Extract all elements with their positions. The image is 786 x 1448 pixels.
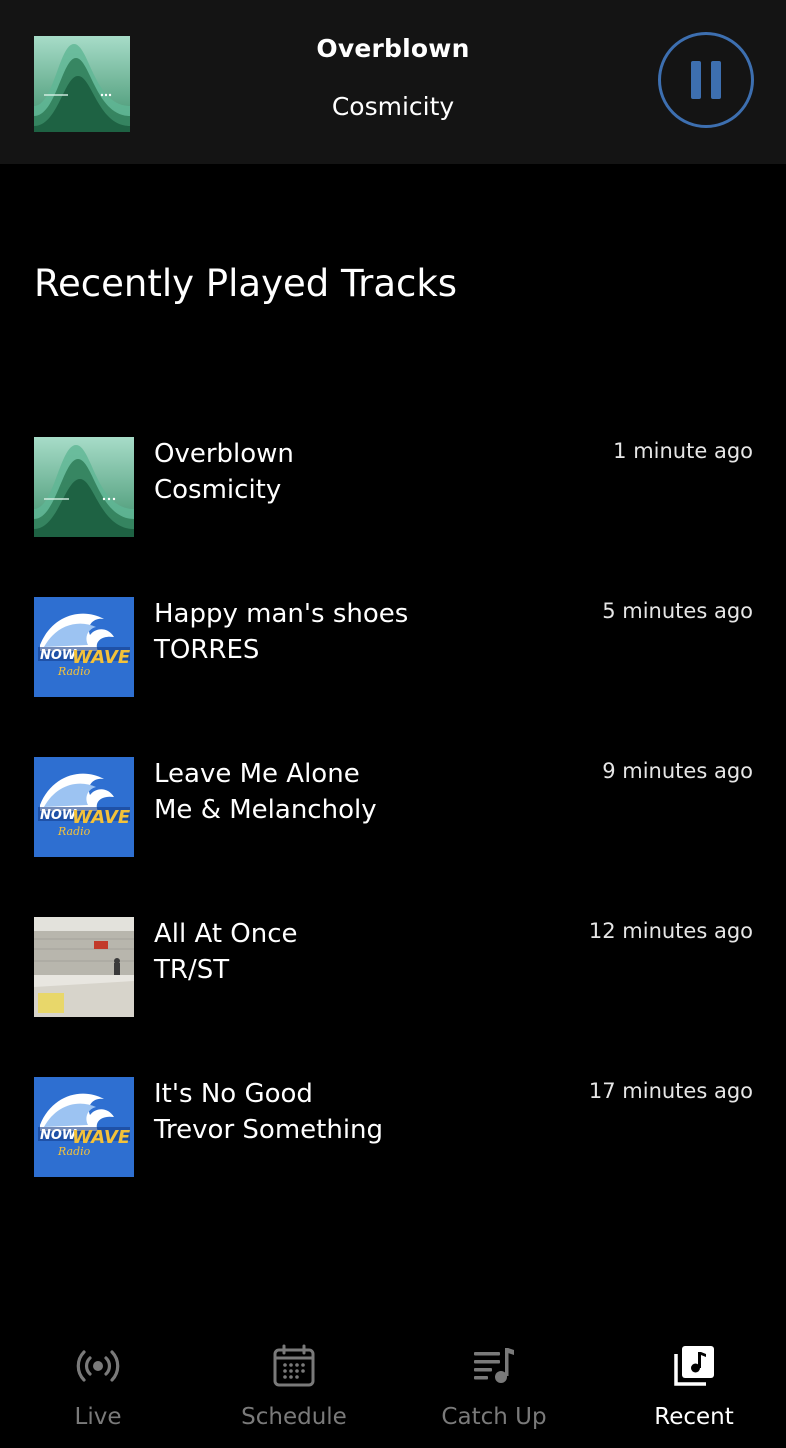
- now-wave-radio-logo: NOW WAVE Radio: [34, 597, 134, 697]
- track-artist: TR/ST: [154, 955, 230, 985]
- track-title: Happy man's shoes: [154, 599, 409, 629]
- track-artist: Trevor Something: [154, 1115, 384, 1145]
- track-title: It's No Good: [154, 1079, 313, 1109]
- track-item[interactable]: All At Once TR/ST 12 minutes ago: [0, 917, 786, 1017]
- track-artist: TORRES: [154, 635, 260, 665]
- track-title: All At Once: [154, 919, 298, 949]
- nav-label-live: Live: [74, 1404, 122, 1430]
- track-item[interactable]: Overblown Cosmicity 1 minute ago: [0, 437, 786, 537]
- track-item[interactable]: NOW WAVE Radio Happy man's shoes TORRES …: [0, 597, 786, 697]
- broadcast-icon: [76, 1344, 120, 1388]
- pause-button[interactable]: [658, 32, 754, 128]
- playlist-icon: [472, 1344, 516, 1388]
- now-wave-radio-logo: NOW WAVE Radio: [34, 1077, 134, 1177]
- track-title: Overblown: [154, 439, 294, 469]
- now-wave-radio-logo: NOW WAVE Radio: [34, 757, 134, 857]
- nav-label-schedule: Schedule: [241, 1404, 347, 1430]
- album-art: [34, 917, 134, 1017]
- svg-text:Radio: Radio: [57, 665, 91, 678]
- track-played-time: 1 minute ago: [613, 439, 753, 463]
- track-item[interactable]: NOW WAVE Radio Leave Me Alone Me & Melan…: [0, 757, 786, 857]
- svg-text:Radio: Radio: [57, 1145, 91, 1158]
- bottom-nav: Live Schedule Catch Up Recent: [0, 1318, 786, 1448]
- track-played-time: 12 minutes ago: [588, 919, 753, 943]
- album-art: [34, 437, 134, 537]
- track-played-time: 5 minutes ago: [602, 599, 753, 623]
- nav-item-recent[interactable]: Recent: [596, 1318, 786, 1448]
- track-item[interactable]: NOW WAVE Radio It's No Good Trevor Somet…: [0, 1077, 786, 1177]
- nav-item-live[interactable]: Live: [0, 1318, 196, 1448]
- nav-item-schedule[interactable]: Schedule: [196, 1318, 392, 1448]
- svg-text:Radio: Radio: [57, 825, 91, 838]
- nav-item-catch-up[interactable]: Catch Up: [396, 1318, 592, 1448]
- now-playing-bar[interactable]: Overblown Cosmicity: [0, 0, 786, 164]
- page-title: Recently Played Tracks: [34, 262, 458, 305]
- track-artist: Cosmicity: [154, 475, 282, 505]
- pause-icon: [691, 61, 701, 99]
- recent-tracks-screen: Overblown Cosmicity Recently Played Trac…: [0, 0, 786, 1448]
- nav-label-recent: Recent: [654, 1404, 734, 1430]
- track-title: Leave Me Alone: [154, 759, 360, 789]
- calendar-icon: [272, 1344, 316, 1388]
- music-library-icon: [672, 1344, 716, 1388]
- track-played-time: 17 minutes ago: [588, 1079, 753, 1103]
- track-artist: Me & Melancholy: [154, 795, 377, 825]
- pause-icon: [711, 61, 721, 99]
- nav-label-catch-up: Catch Up: [441, 1404, 547, 1430]
- track-played-time: 9 minutes ago: [602, 759, 753, 783]
